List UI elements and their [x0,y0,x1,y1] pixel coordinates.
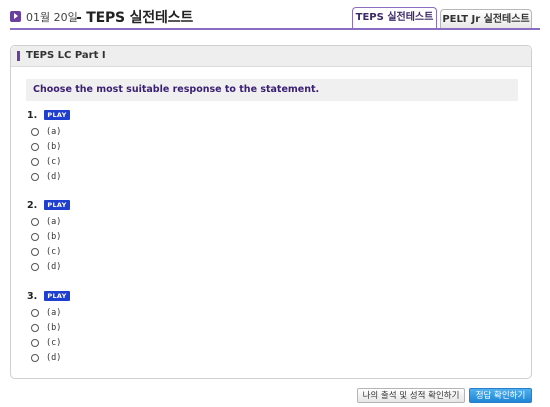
play-button[interactable]: PLAY [44,200,70,210]
panel-header-marker [17,51,20,61]
question-number: 3. [27,291,38,302]
check-answers-button[interactable]: 정답 확인하기 [469,388,532,403]
play-button[interactable]: PLAY [44,291,70,301]
page-header: 01월 20일 - TEPS 실전테스트 TEPS 실전테스트 PELT Jr … [0,0,550,30]
radio-button[interactable] [31,324,39,332]
header-date: 01월 20일 [26,11,78,24]
radio-button[interactable] [31,248,39,256]
option-label: (a) [46,127,62,137]
play-button[interactable]: PLAY [44,110,70,120]
radio-button[interactable] [31,233,39,241]
test-panel: TEPS LC Part I Choose the most suitable … [10,45,532,379]
option-label: (d) [46,172,62,182]
question-1: 1. PLAY (a) (b) (c) (d) [27,110,227,190]
radio-button[interactable] [31,309,39,317]
page-title: - TEPS 실전테스트 [76,10,194,26]
question-3: 3. PLAY (a) (b) (c) (d) [27,291,227,371]
play-bullet-icon [10,11,21,22]
radio-button[interactable] [31,218,39,226]
option-label: (c) [46,157,62,167]
tab-teps-test[interactable]: TEPS 실전테스트 [352,7,437,28]
question-number: 1. [27,110,38,121]
check-attendance-grades-button[interactable]: 나의 출석 및 성적 확인하기 [357,388,465,403]
radio-button[interactable] [31,143,39,151]
question-2: 2. PLAY (a) (b) (c) (d) [27,200,227,280]
instruction-box: Choose the most suitable response to the… [26,79,518,101]
option-label: (a) [46,217,62,227]
option-label: (c) [46,338,62,348]
radio-button[interactable] [31,128,39,136]
option-label: (b) [46,323,62,333]
option-label: (d) [46,262,62,272]
tab-pelt-jr-test[interactable]: PELT Jr 실전테스트 [440,9,532,28]
option-label: (b) [46,232,62,242]
header-divider [10,28,540,30]
option-label: (b) [46,142,62,152]
radio-button[interactable] [31,173,39,181]
panel-title: TEPS LC Part I [26,50,106,61]
question-number: 2. [27,200,38,211]
radio-button[interactable] [31,354,39,362]
radio-button[interactable] [31,263,39,271]
option-label: (a) [46,308,62,318]
radio-button[interactable] [31,339,39,347]
panel-header: TEPS LC Part I [11,46,531,67]
radio-button[interactable] [31,158,39,166]
instruction-text: Choose the most suitable response to the… [33,84,320,95]
option-label: (d) [46,353,62,363]
option-label: (c) [46,247,62,257]
